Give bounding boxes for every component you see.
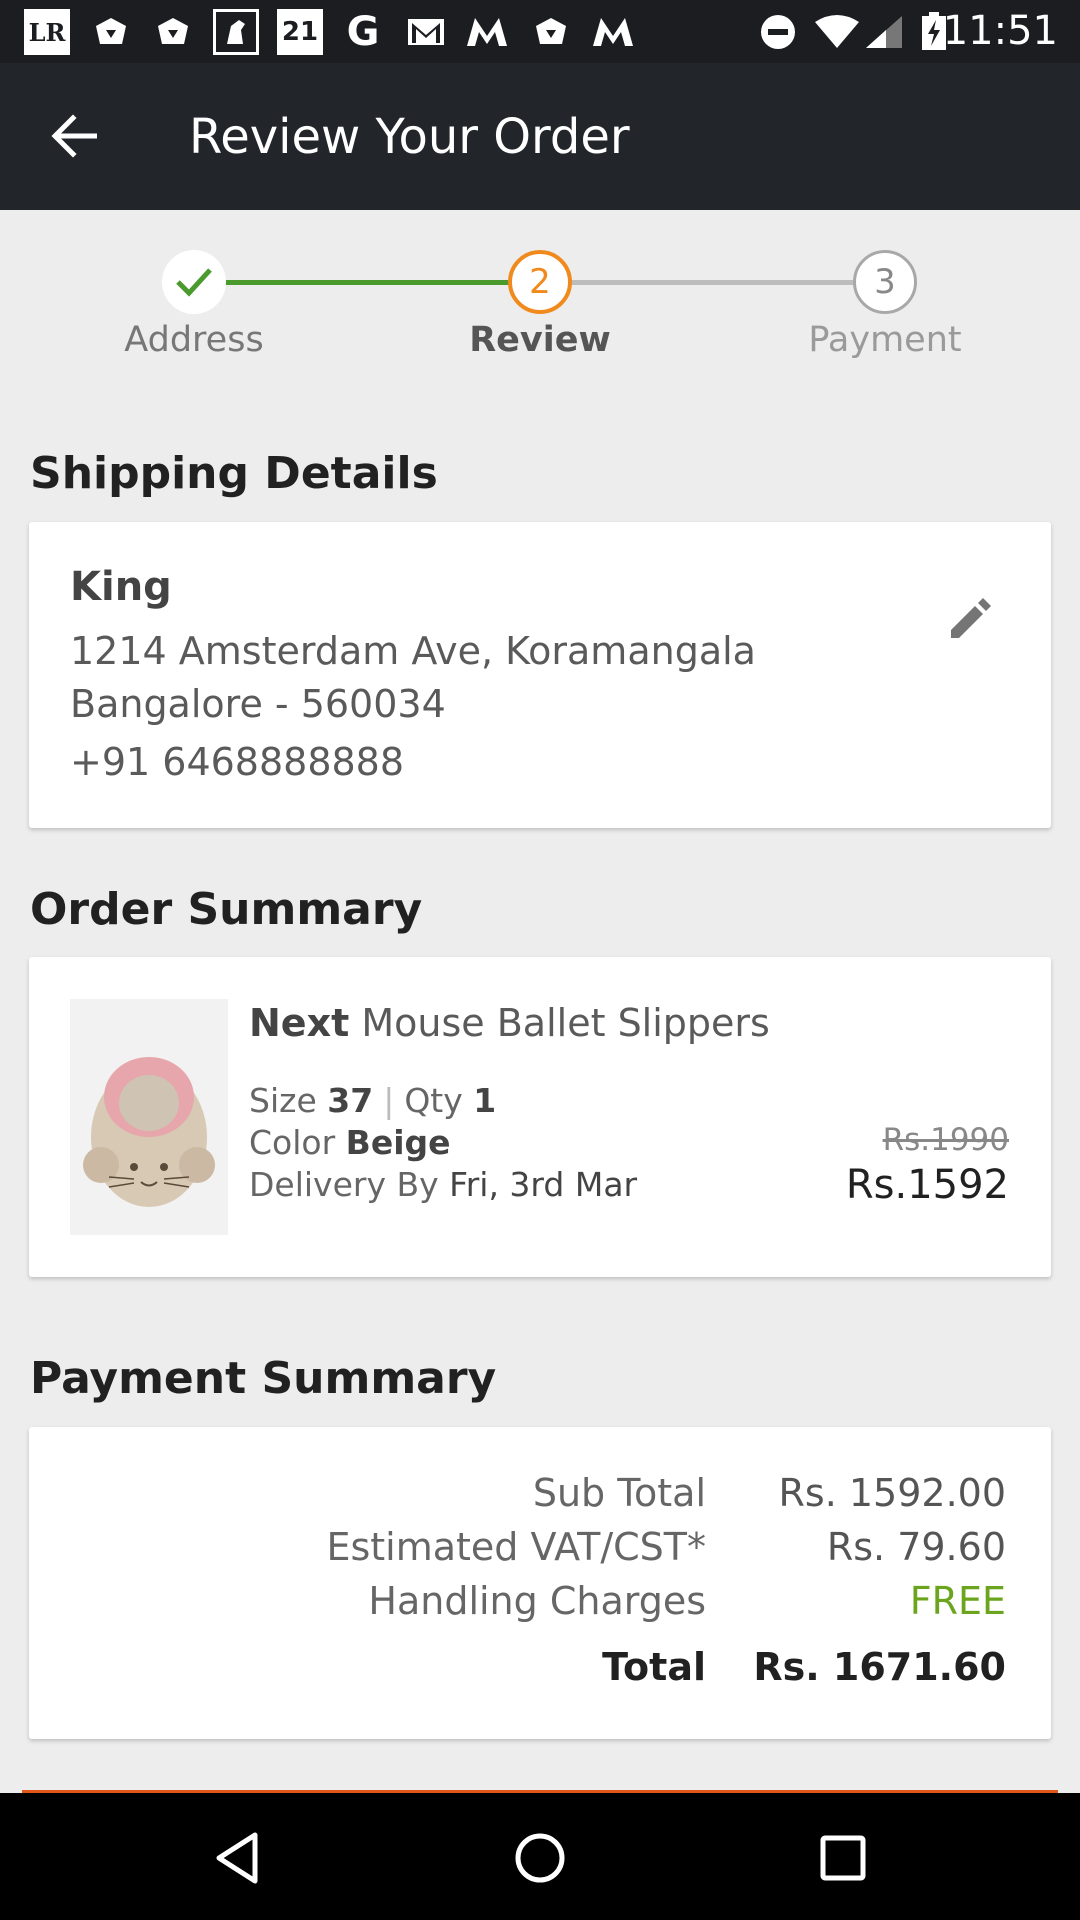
- divider: |: [383, 1081, 395, 1120]
- step-connector-complete: [194, 280, 512, 285]
- order-card: Next Mouse Ballet Slippers Size 37 | Qty 1…: [29, 957, 1051, 1277]
- color-value: Beige: [345, 1123, 451, 1162]
- delivery-line: Delivery By Fri, 3rd Mar: [249, 1165, 637, 1204]
- pencil-icon: [951, 598, 991, 638]
- circle-home-icon: [515, 1833, 565, 1883]
- tax-value: Rs. 79.60: [826, 1525, 1006, 1569]
- total-value: Rs. 1671.60: [753, 1645, 1006, 1689]
- size-value: 37: [327, 1081, 374, 1120]
- myntra-icon: [464, 13, 510, 51]
- color-label: Color: [249, 1123, 336, 1162]
- order-section-title: Order Summary: [30, 884, 423, 935]
- back-button[interactable]: [30, 101, 116, 171]
- payment-section-title: Payment Summary: [30, 1353, 497, 1404]
- square-recents-icon: [820, 1835, 866, 1881]
- gmail-icon: [404, 13, 448, 51]
- total-label: Total: [602, 1645, 706, 1689]
- page-title: Review Your Order: [189, 109, 630, 165]
- system-nav-bar: [0, 1793, 1080, 1920]
- tax-label: Estimated VAT/CST*: [326, 1525, 706, 1569]
- product-title[interactable]: Next Mouse Ballet Slippers: [249, 1001, 770, 1045]
- delivery-label: Delivery By: [249, 1165, 439, 1204]
- step-payment-number: 3: [853, 250, 917, 314]
- shipping-card: King 1214 Amsterdam Ave, Koramangala Ban…: [29, 522, 1051, 828]
- address-line-2: Bangalore - 560034: [70, 682, 446, 726]
- step-address-label: Address: [124, 320, 264, 360]
- subtotal-value: Rs. 1592.00: [778, 1471, 1007, 1515]
- nav-home-button[interactable]: [500, 1823, 580, 1893]
- step-address-check: [162, 250, 226, 314]
- product-brand: Next: [249, 1001, 350, 1045]
- nav-recents-button[interactable]: [803, 1823, 883, 1893]
- total-row: Total Rs. 1671.60: [29, 1645, 1051, 1697]
- slipper-image: [83, 1057, 215, 1207]
- step-connector-pending: [570, 280, 856, 285]
- myntra-icon: [590, 13, 636, 51]
- lr-app-icon: LR: [24, 9, 70, 55]
- app-notification-icon: [88, 13, 134, 51]
- qty-value: 1: [473, 1081, 497, 1120]
- handling-label: Handling Charges: [368, 1579, 706, 1623]
- app-notification-icon: [150, 13, 196, 51]
- checkout-stepper: 2 3 Address Review Payment: [0, 210, 1080, 380]
- google-icon: G: [346, 9, 380, 55]
- phone-number: +91 6468888888: [70, 740, 405, 784]
- product-image[interactable]: [70, 999, 228, 1235]
- nav-back-button[interactable]: [197, 1823, 277, 1893]
- handling-value: FREE: [909, 1579, 1006, 1623]
- subtotal-row: Sub Total Rs. 1592.00: [29, 1471, 1051, 1523]
- forever21-icon: 21: [277, 9, 323, 55]
- color-line: Color Beige: [249, 1123, 451, 1162]
- subtotal-label: Sub Total: [532, 1471, 706, 1515]
- discounted-price: Rs.1592: [845, 1162, 1009, 1208]
- handling-row: Handling Charges FREE: [29, 1579, 1051, 1631]
- signal-icon: [862, 13, 906, 51]
- checkmark-icon: [176, 268, 212, 297]
- delivery-date: Fri, 3rd Mar: [449, 1165, 638, 1204]
- tax-row: Estimated VAT/CST* Rs. 79.60: [29, 1525, 1051, 1577]
- edit-address-button[interactable]: [943, 590, 999, 646]
- shipping-section-title: Shipping Details: [30, 448, 438, 499]
- address-line-1: 1214 Amsterdam Ave, Koramangala: [70, 629, 756, 673]
- triangle-back-icon: [216, 1832, 258, 1884]
- do-not-disturb-icon: [756, 13, 800, 51]
- app-bar: Review Your Order: [0, 63, 1080, 210]
- horse-app-icon: [213, 9, 259, 55]
- status-bar: LR 21 G 11:51: [0, 0, 1080, 63]
- step-payment-label: Payment: [808, 320, 962, 360]
- product-name: Mouse Ballet Slippers: [361, 1001, 770, 1045]
- step-review-number: 2: [508, 250, 572, 314]
- wifi-icon: [812, 13, 862, 51]
- qty-label: Qty: [404, 1081, 463, 1120]
- clock: 11:51: [942, 8, 1058, 54]
- app-notification-icon: [528, 13, 574, 51]
- recipient-name: King: [70, 564, 172, 610]
- payment-card: Sub Total Rs. 1592.00 Estimated VAT/CST*…: [29, 1427, 1051, 1739]
- original-price: Rs.1990: [882, 1122, 1009, 1158]
- step-review-label: Review: [469, 320, 611, 360]
- size-label: Size: [249, 1081, 317, 1120]
- size-qty-line: Size 37 | Qty 1: [249, 1081, 496, 1120]
- arrow-back-icon: [51, 114, 97, 158]
